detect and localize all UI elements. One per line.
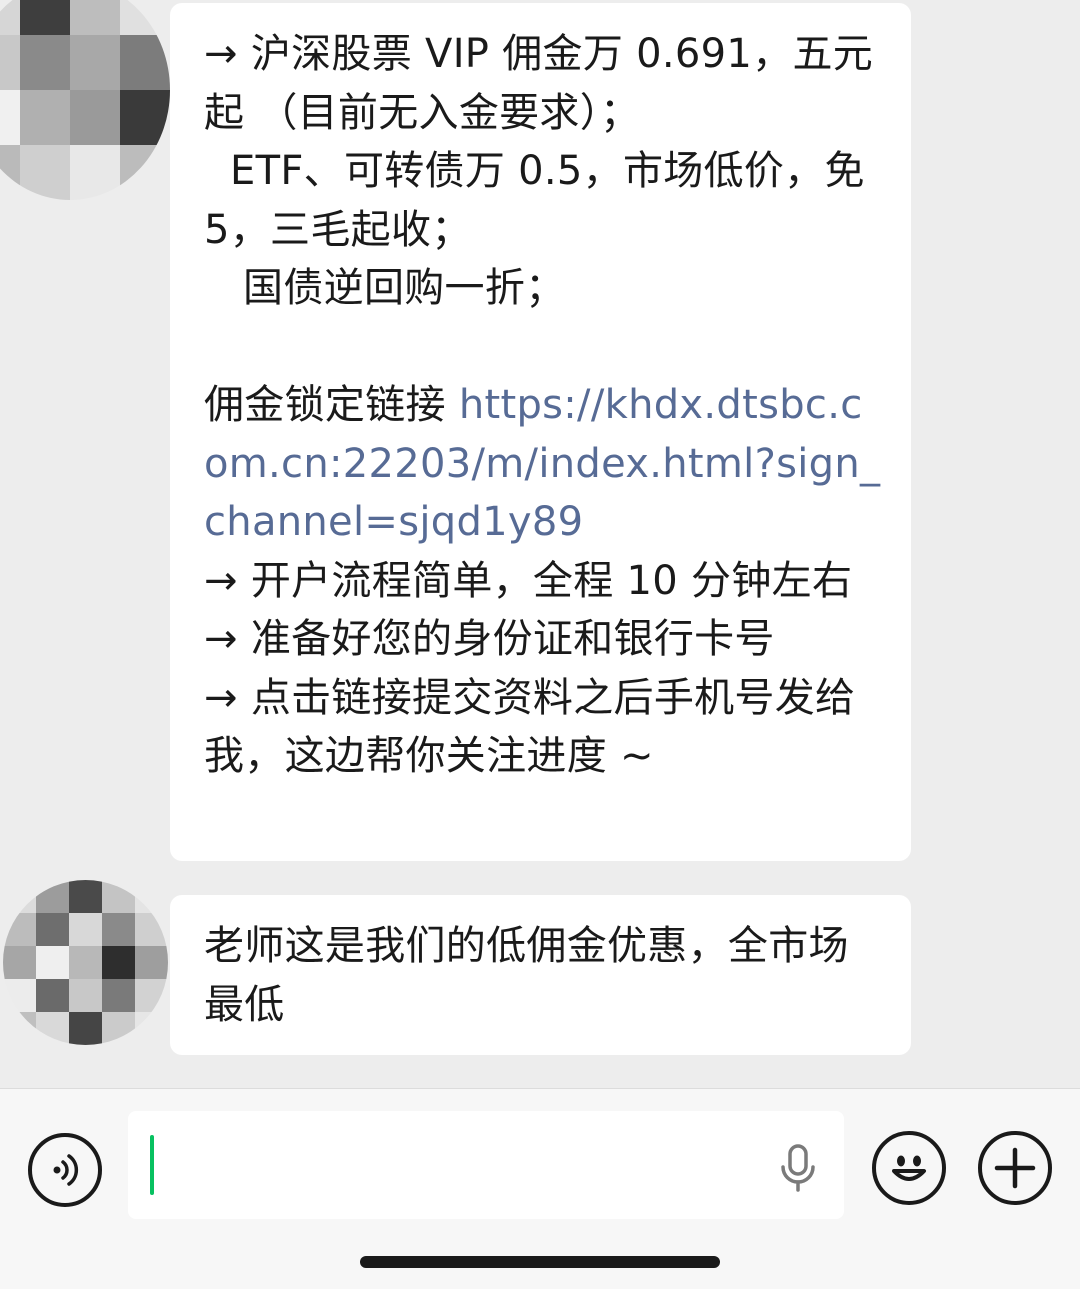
more-functions-button[interactable] [978,1131,1052,1205]
message-bubble-1[interactable]: → 沪深股票 VIP 佣金万 0.691，五元起 （目前无入金要求）； ETF、… [170,3,911,861]
text-caret [150,1135,154,1195]
voice-toggle-button[interactable] [28,1133,102,1207]
emoji-icon [892,1155,926,1181]
home-indicator[interactable] [360,1256,720,1268]
contact-avatar-1[interactable] [0,0,170,200]
link-label: 佣金锁定链接 [204,382,459,428]
microphone-icon[interactable] [778,1143,818,1193]
message-text: 老师这是我们的低佣金优惠，全市场最低 [204,923,849,1028]
message-line: → 点击链接提交资料之后手机号发给我，这边帮你关注进度 ~ [204,674,856,780]
message-line: → 开户流程简单，全程 10 分钟左右 [204,557,853,604]
contact-avatar-2[interactable] [3,880,168,1045]
message-input[interactable] [128,1111,844,1219]
emoji-button[interactable] [872,1131,946,1205]
message-line: ETF、可转债万 0.5，市场低价，免 5，三毛起收； [204,148,878,253]
message-line: 国债逆回购一折； [204,265,566,311]
voice-toggle-icon [53,1154,79,1186]
message-line: → 沪深股票 VIP 佣金万 0.691，五元起 （目前无入金要求）； [204,31,874,136]
plus-icon [994,1147,1036,1189]
message-bubble-2[interactable]: 老师这是我们的低佣金优惠，全市场最低 [170,895,911,1055]
message-line: → 准备好您的身份证和银行卡号 [204,616,775,662]
